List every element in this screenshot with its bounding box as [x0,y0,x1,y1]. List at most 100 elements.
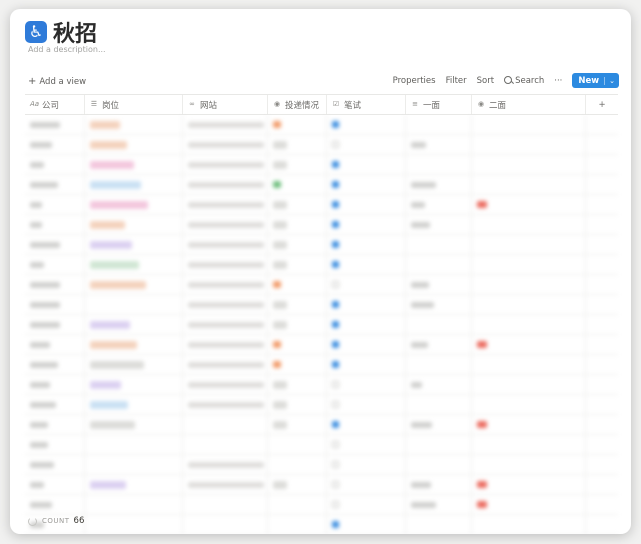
website-cell[interactable] [183,155,268,174]
position-cell[interactable] [85,155,183,174]
company-cell[interactable] [25,255,85,274]
written-test-checkbox[interactable] [332,181,339,188]
delivery-status-cell[interactable] [268,175,327,194]
company-cell[interactable] [25,175,85,194]
second-interview-cell[interactable] [472,475,586,494]
table-row[interactable] [25,175,618,195]
website-cell[interactable] [183,235,268,254]
written-test-checkbox[interactable] [332,401,339,408]
written-test-cell[interactable] [327,495,406,514]
position-cell[interactable] [85,395,183,414]
written-test-checkbox[interactable] [332,501,339,508]
table-row[interactable] [25,475,618,495]
second-interview-cell[interactable] [472,115,586,134]
written-test-checkbox[interactable] [332,361,339,368]
written-test-checkbox[interactable] [332,161,339,168]
first-interview-cell[interactable] [406,315,472,334]
website-cell[interactable] [183,315,268,334]
table-row[interactable] [25,455,618,475]
company-cell[interactable] [25,395,85,414]
delivery-status-cell[interactable] [268,135,327,154]
written-test-cell[interactable] [327,155,406,174]
written-test-checkbox[interactable] [332,321,339,328]
position-cell[interactable] [85,235,183,254]
delivery-status-cell[interactable] [268,375,327,394]
website-cell[interactable] [183,295,268,314]
website-cell[interactable] [183,275,268,294]
table-row[interactable] [25,495,618,515]
website-cell[interactable] [183,335,268,354]
written-test-checkbox[interactable] [332,381,339,388]
company-cell[interactable] [25,295,85,314]
second-interview-cell[interactable] [472,155,586,174]
delivery-status-cell[interactable] [268,435,327,454]
company-cell[interactable] [25,315,85,334]
written-test-cell[interactable] [327,335,406,354]
website-cell[interactable] [183,175,268,194]
column-header-company[interactable]: Aa 公司 [25,95,85,114]
delivery-status-cell[interactable] [268,315,327,334]
column-header-second-interview[interactable]: ◉ 二面 [472,95,586,114]
website-cell[interactable] [183,255,268,274]
position-cell[interactable] [85,135,183,154]
website-cell[interactable] [183,195,268,214]
written-test-cell[interactable] [327,315,406,334]
written-test-checkbox[interactable] [332,341,339,348]
position-cell[interactable] [85,215,183,234]
table-row[interactable] [25,375,618,395]
add-view-button[interactable]: + Add a view [28,76,86,87]
description-field[interactable]: Add a description... [28,45,106,54]
company-cell[interactable] [25,495,85,514]
search-button[interactable]: Search [504,75,544,86]
company-cell[interactable] [25,235,85,254]
first-interview-cell[interactable] [406,295,472,314]
written-test-cell[interactable] [327,115,406,134]
delivery-status-cell[interactable] [268,495,327,514]
written-test-cell[interactable] [327,255,406,274]
first-interview-cell[interactable] [406,135,472,154]
website-cell[interactable] [183,375,268,394]
position-cell[interactable] [85,515,183,534]
delivery-status-cell[interactable] [268,115,327,134]
second-interview-cell[interactable] [472,515,586,534]
delivery-status-cell[interactable] [268,415,327,434]
position-cell[interactable] [85,455,183,474]
first-interview-cell[interactable] [406,115,472,134]
written-test-checkbox[interactable] [332,121,339,128]
delivery-status-cell[interactable] [268,515,327,534]
delivery-status-cell[interactable] [268,355,327,374]
position-cell[interactable] [85,195,183,214]
first-interview-cell[interactable] [406,415,472,434]
table-row[interactable] [25,235,618,255]
first-interview-cell[interactable] [406,175,472,194]
written-test-cell[interactable] [327,135,406,154]
first-interview-cell[interactable] [406,395,472,414]
position-cell[interactable] [85,295,183,314]
written-test-cell[interactable] [327,195,406,214]
written-test-cell[interactable] [327,515,406,534]
written-test-checkbox[interactable] [332,261,339,268]
position-cell[interactable] [85,415,183,434]
new-button[interactable]: New ⌄ [572,73,619,88]
company-cell[interactable] [25,115,85,134]
written-test-checkbox[interactable] [332,421,339,428]
sort-button[interactable]: Sort [477,76,494,86]
website-cell[interactable] [183,135,268,154]
second-interview-cell[interactable] [472,195,586,214]
filter-button[interactable]: Filter [446,76,467,86]
company-cell[interactable] [25,415,85,434]
table-row[interactable] [25,355,618,375]
website-cell[interactable] [183,515,268,534]
first-interview-cell[interactable] [406,455,472,474]
table-row[interactable] [25,195,618,215]
company-cell[interactable] [25,335,85,354]
position-cell[interactable] [85,335,183,354]
written-test-checkbox[interactable] [332,481,339,488]
delivery-status-cell[interactable] [268,155,327,174]
website-cell[interactable] [183,355,268,374]
second-interview-cell[interactable] [472,235,586,254]
written-test-cell[interactable] [327,475,406,494]
written-test-checkbox[interactable] [332,441,339,448]
table-row[interactable] [25,155,618,175]
written-test-cell[interactable] [327,215,406,234]
